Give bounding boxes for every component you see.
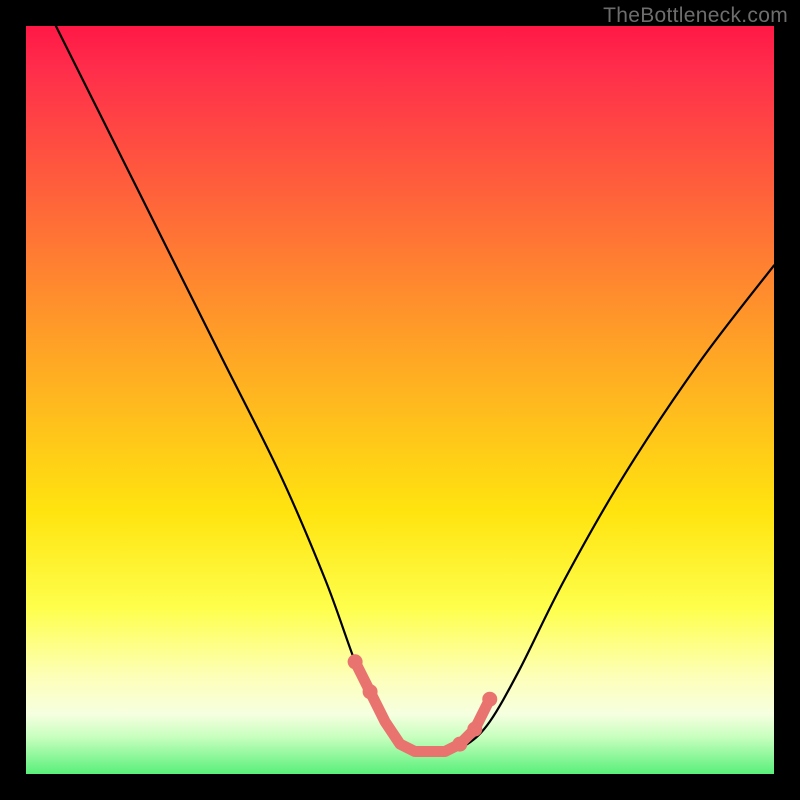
marker-segment <box>355 662 490 752</box>
watermark-text: TheBottleneck.com <box>603 4 788 28</box>
marker-dot <box>482 692 497 707</box>
marker-dot <box>452 737 467 752</box>
marker-dot <box>348 654 363 669</box>
bottleneck-curve <box>56 26 774 753</box>
marker-dot <box>467 722 482 737</box>
marker-dot <box>363 684 378 699</box>
curve-line <box>56 26 774 753</box>
plot-area <box>26 26 774 774</box>
chart-svg <box>26 26 774 774</box>
chart-frame: TheBottleneck.com <box>0 0 800 800</box>
